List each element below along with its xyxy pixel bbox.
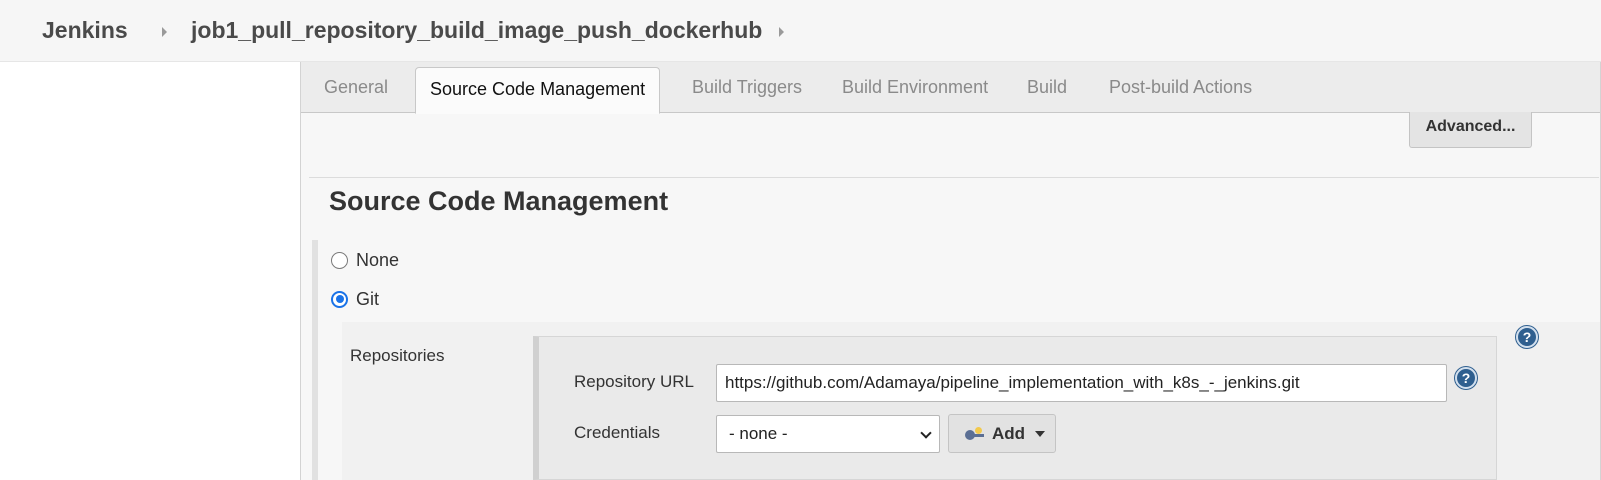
radio-git[interactable] (331, 290, 348, 308)
repositories-label: Repositories (350, 346, 445, 365)
tab-post-build-actions[interactable]: Post-build Actions (1109, 62, 1252, 113)
repository-url-input[interactable]: https://github.com/Adamaya/pipeline_impl… (716, 364, 1447, 402)
tab-build-environment[interactable]: Build Environment (842, 62, 988, 113)
advanced-button[interactable]: Advanced... (1409, 112, 1532, 148)
config-panel: General Source Code Management Build Tri… (300, 62, 1601, 480)
scm-section: None Git Repositories Repository URL htt… (312, 240, 1601, 480)
breadcrumb-jenkins[interactable]: Jenkins (42, 17, 128, 44)
chevron-right-icon[interactable] (779, 27, 784, 37)
chevron-right-icon[interactable] (162, 27, 167, 37)
scm-option-none[interactable]: None (331, 248, 399, 272)
tab-general[interactable]: General (324, 62, 388, 113)
config-tabbar: General Source Code Management Build Tri… (301, 62, 1600, 114)
section-divider (309, 177, 1599, 178)
repository-block: Repository URL https://github.com/Adamay… (533, 336, 1497, 480)
scm-option-git[interactable]: Git (331, 287, 379, 311)
tab-source-code-management[interactable]: Source Code Management (415, 67, 661, 114)
dropdown-caret-icon (1035, 430, 1046, 437)
add-button-label: Add (992, 423, 1026, 443)
repository-url-label: Repository URL (574, 372, 694, 391)
radio-none-label: None (356, 249, 400, 270)
credentials-select[interactable]: - none - (716, 415, 940, 453)
breadcrumb-job[interactable]: job1_pull_repository_build_image_push_do… (191, 17, 762, 44)
help-icon[interactable]: ? (1455, 367, 1477, 389)
breadcrumb: Jenkins job1_pull_repository_build_image… (0, 0, 1601, 62)
chevron-down-icon (920, 427, 932, 439)
credentials-label: Credentials (574, 423, 660, 442)
radio-git-label: Git (356, 288, 380, 309)
tab-build[interactable]: Build (1027, 62, 1067, 113)
help-icon[interactable]: ? (1516, 326, 1538, 348)
key-icon (964, 426, 986, 441)
section-title: Source Code Management (329, 186, 669, 216)
radio-none[interactable] (331, 251, 348, 269)
credentials-selected-value: - none - (729, 424, 788, 443)
git-config-block: Repositories Repository URL https://gith… (342, 322, 1600, 480)
section-rail (312, 240, 318, 480)
tab-build-triggers[interactable]: Build Triggers (692, 62, 802, 113)
add-credentials-button[interactable]: Add (948, 414, 1056, 453)
